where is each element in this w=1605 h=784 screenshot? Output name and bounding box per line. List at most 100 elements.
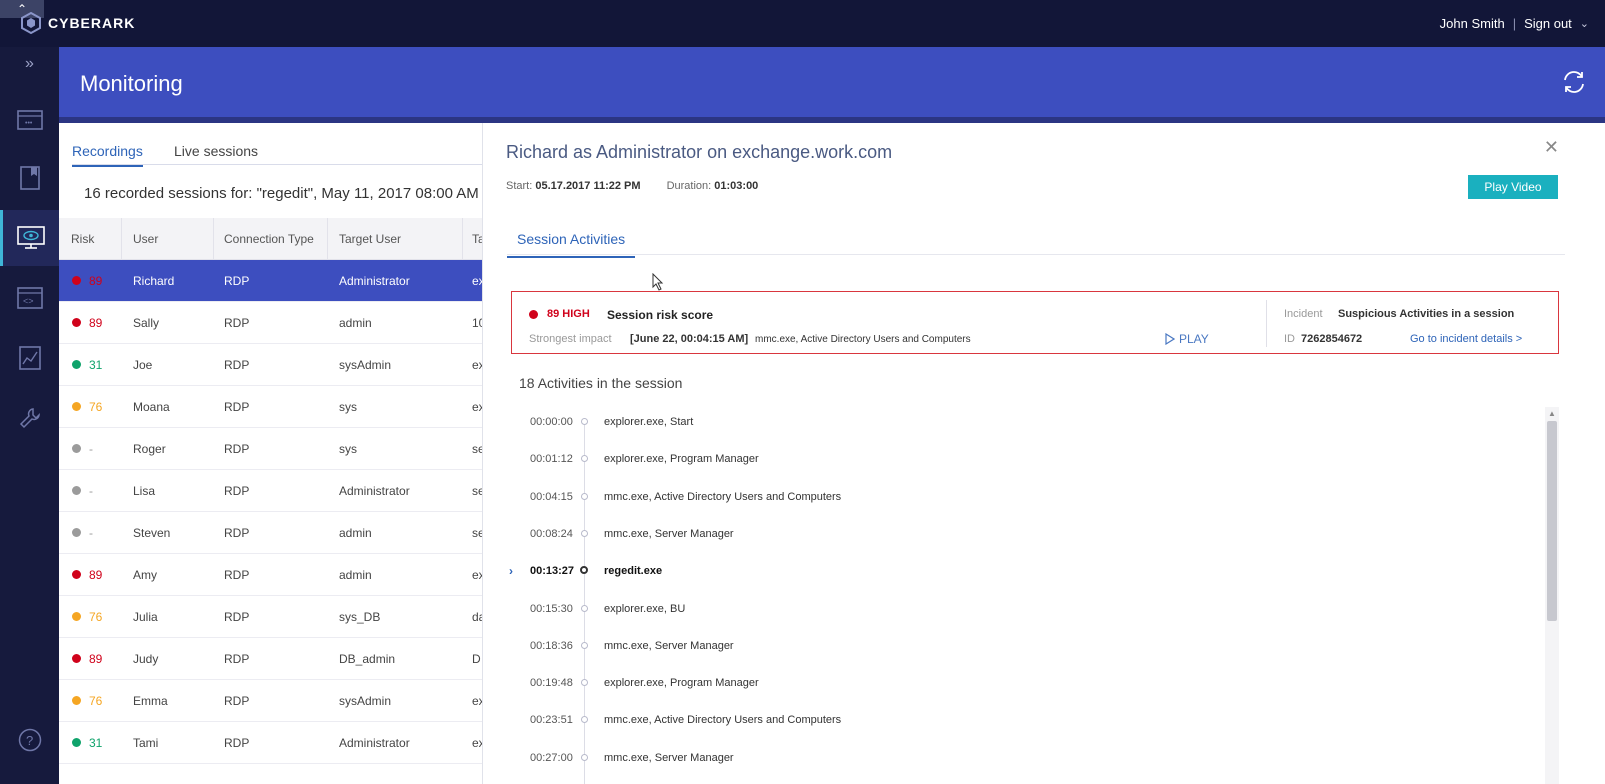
user-name[interactable]: John Smith: [1440, 16, 1505, 31]
column-target-user[interactable]: Target User: [339, 232, 401, 246]
sidebar-item-settings[interactable]: [0, 390, 59, 446]
activity-label: explorer.exe, Program Manager: [604, 453, 759, 466]
activity-item[interactable]: › 00:13:27 regedit.exe: [509, 562, 1109, 582]
risk-score: -: [89, 526, 93, 540]
target-cell: ex: [472, 568, 482, 582]
risk-score: -: [89, 484, 93, 498]
wrench-icon: [19, 408, 40, 429]
risk-dot: [72, 528, 81, 537]
incident-label: Incident: [1284, 308, 1323, 320]
user-cell: Roger: [133, 442, 166, 456]
activity-label: explorer.exe, Program Manager: [604, 677, 759, 690]
chevron-down-icon[interactable]: ⌄: [1580, 17, 1589, 30]
timeline-node: [581, 455, 588, 463]
connection-type-cell: RDP: [224, 526, 250, 540]
sidebar-item-policies[interactable]: [0, 150, 59, 206]
session-details-panel: ✕ Richard as Administrator on exchange.w…: [482, 123, 1565, 784]
sidebar-item-monitoring[interactable]: [0, 210, 59, 266]
activity-time: 00:19:48: [530, 677, 573, 690]
monitor-eye-icon: [17, 226, 45, 249]
cyberark-logo[interactable]: CYBERARK: [20, 12, 135, 34]
activity-item[interactable]: 00:01:12 explorer.exe, Program Manager: [509, 450, 1109, 470]
column-connection-type[interactable]: Connection Type: [224, 232, 314, 246]
timeline-node: [581, 418, 588, 425]
scroll-thumb[interactable]: [1547, 421, 1557, 621]
activity-item[interactable]: 00:19:48 explorer.exe, Program Manager: [509, 674, 1109, 694]
column-target[interactable]: Ta: [472, 232, 482, 246]
risk-score-label: Session risk score: [607, 308, 714, 322]
table-row[interactable]: 76 Emma RDP sysAdmin ex: [59, 680, 482, 722]
sessions-summary: 16 recorded sessions for: "regedit", May…: [84, 185, 482, 202]
sidebar-item-code[interactable]: <>: [0, 270, 59, 326]
play-video-button[interactable]: Play Video: [1468, 175, 1558, 199]
tab-recordings[interactable]: Recordings: [72, 143, 143, 167]
target-user-cell: Administrator: [339, 274, 410, 288]
page-header: Monitoring: [59, 47, 1605, 117]
table-row[interactable]: 89 Amy RDP admin ex: [59, 554, 482, 596]
svg-text:?: ?: [26, 733, 33, 748]
risk-score: -: [89, 442, 93, 456]
table-row[interactable]: 89 Judy RDP DB_admin D: [59, 638, 482, 680]
risk-dot: [72, 318, 81, 327]
activity-time: 00:04:15: [530, 490, 573, 503]
table-row[interactable]: 31 Tami RDP Administrator ex: [59, 722, 482, 764]
expand-icon[interactable]: »: [0, 55, 59, 73]
svg-text:•••: •••: [25, 120, 33, 127]
strongest-impact-label: Strongest impact: [529, 333, 612, 345]
timeline-node: [580, 566, 588, 575]
activity-item[interactable]: 00:15:30 explorer.exe, BU: [509, 600, 1109, 620]
activity-item[interactable]: 00:08:24 mmc.exe, Server Manager: [509, 525, 1109, 545]
activity-item[interactable]: 00:23:51 mmc.exe, Active Directory Users …: [509, 711, 1109, 731]
activity-time: 00:27:00: [530, 751, 573, 764]
connection-type-cell: RDP: [224, 568, 250, 582]
signout-link[interactable]: Sign out: [1524, 16, 1572, 31]
table-row[interactable]: 76 Julia RDP sys_DB da: [59, 596, 482, 638]
sidebar-item-dashboard[interactable]: •••: [0, 92, 59, 148]
mouse-cursor-icon: [652, 273, 664, 291]
risk-score: 31: [89, 736, 103, 750]
user-cell: Tami: [133, 736, 159, 750]
risk-score: 31: [89, 358, 103, 372]
timeline-scrollbar[interactable]: ▲: [1545, 407, 1559, 784]
table-row[interactable]: - Steven RDP admin se: [59, 512, 482, 554]
target-cell: da: [472, 610, 482, 624]
risk-dot: [72, 276, 81, 285]
activity-item[interactable]: 00:18:36 mmc.exe, Server Manager: [509, 637, 1109, 657]
incident-details-link[interactable]: Go to incident details >: [1410, 333, 1522, 345]
activity-item[interactable]: 00:27:00 mmc.exe, Server Manager: [509, 749, 1109, 769]
target-cell: 10: [472, 316, 482, 330]
activity-item[interactable]: 00:04:15 mmc.exe, Active Directory Users …: [509, 488, 1109, 508]
column-user[interactable]: User: [133, 232, 158, 246]
user-cell: Steven: [133, 526, 171, 540]
connection-type-cell: RDP: [224, 274, 250, 288]
table-row[interactable]: - Roger RDP sys se: [59, 428, 482, 470]
table-row[interactable]: - Lisa RDP Administrator se: [59, 470, 482, 512]
tab-live-sessions[interactable]: Live sessions: [174, 143, 258, 165]
target-user-cell: admin: [339, 568, 372, 582]
help-icon: ?: [18, 728, 41, 752]
target-user-cell: sysAdmin: [339, 694, 392, 708]
sidebar-item-reports[interactable]: [0, 330, 59, 386]
risk-dot: [72, 696, 81, 705]
activity-count: 18 Activities in the session: [519, 375, 683, 391]
play-impact-button[interactable]: PLAY: [1165, 332, 1209, 346]
table-row[interactable]: 76 Moana RDP sys ex: [59, 386, 482, 428]
risk-score: 89: [89, 568, 103, 582]
target-user-cell: Administrator: [339, 736, 410, 750]
table-row[interactable]: 89 Richard RDP Administrator ex: [59, 260, 482, 302]
table-row[interactable]: 31 Joe RDP sysAdmin ex: [59, 344, 482, 386]
column-risk[interactable]: Risk: [71, 232, 94, 246]
dashboard-icon: •••: [16, 110, 43, 130]
close-icon[interactable]: ✕: [1544, 137, 1559, 158]
activity-label: mmc.exe, Server Manager: [604, 639, 734, 652]
target-cell: ex: [472, 274, 482, 288]
scroll-up-icon[interactable]: ▲: [1548, 409, 1556, 418]
table-row[interactable]: 89 Sally RDP admin 10: [59, 302, 482, 344]
target-user-cell: admin: [339, 316, 372, 330]
target-user-cell: admin: [339, 526, 372, 540]
activity-item[interactable]: 00:00:00 explorer.exe, Start: [509, 413, 1109, 433]
activity-label: mmc.exe, Server Manager: [604, 751, 734, 764]
refresh-button[interactable]: [1561, 69, 1587, 100]
sidebar-item-help[interactable]: ?: [0, 712, 59, 768]
incident-value: Suspicious Activities in a session: [1338, 308, 1515, 320]
